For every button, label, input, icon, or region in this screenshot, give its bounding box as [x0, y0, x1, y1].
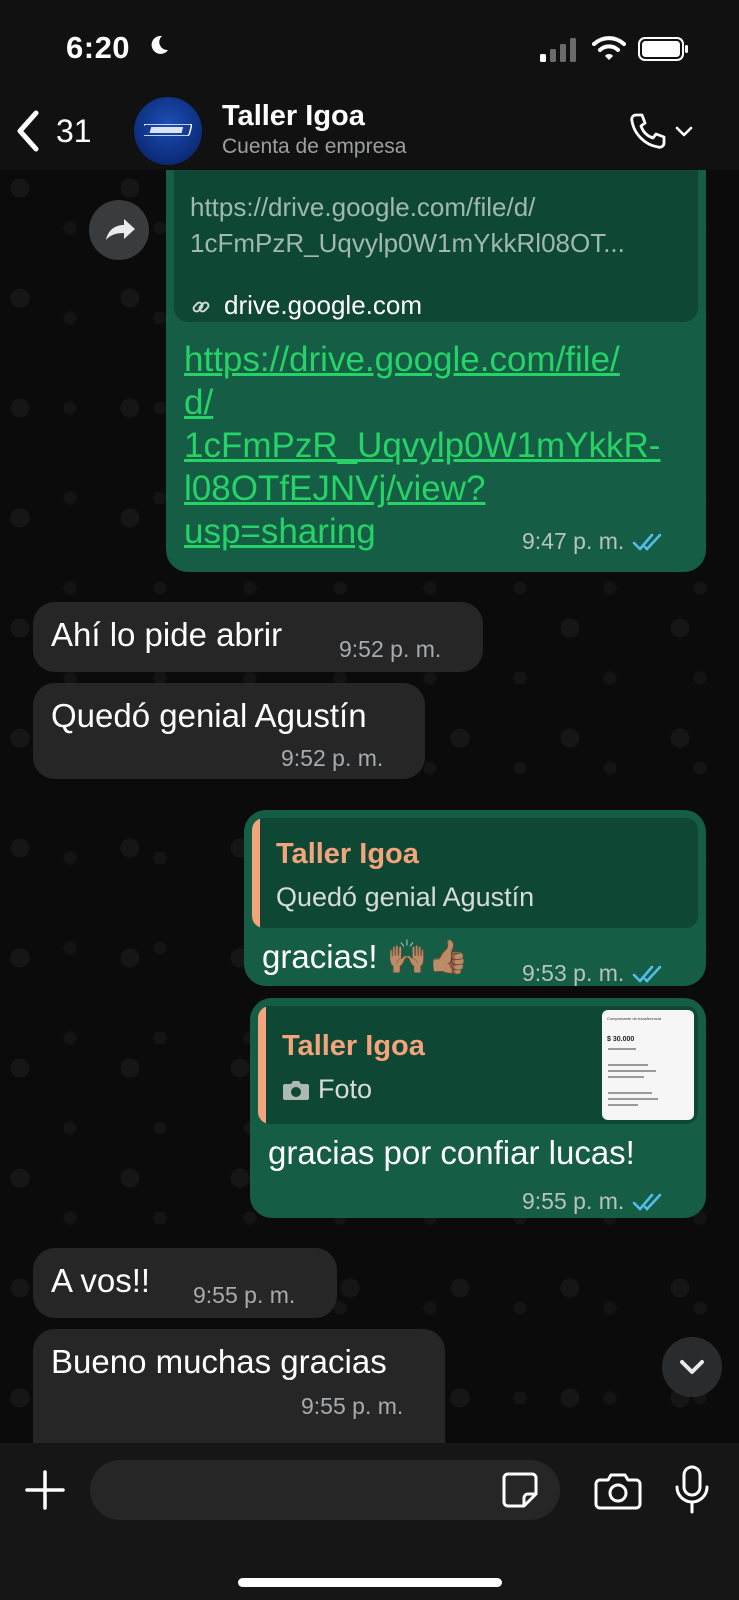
- battery-icon: [638, 37, 688, 61]
- message-time: 9:55 p. m.: [301, 1393, 404, 1419]
- camera-icon[interactable]: [594, 1471, 642, 1511]
- moon-icon: [151, 35, 168, 54]
- link-line-5: usp=sharing: [184, 512, 376, 551]
- status-bar: 6:20: [0, 0, 739, 95]
- message-meta: 9:55 p. m.: [522, 1188, 666, 1215]
- read-ticks-icon: [632, 1193, 662, 1211]
- incoming-message[interactable]: A vos!! 9:55 p. m.: [33, 1248, 337, 1318]
- message-meta: 9:53 p. m.: [522, 960, 666, 987]
- incoming-message[interactable]: Ahí lo pide abrir 9:52 p. m.: [33, 602, 483, 672]
- cellular-signal-icon: [540, 38, 576, 62]
- read-ticks-icon: [632, 965, 662, 983]
- link-line-4: l08OTfEJNVj/view?: [184, 469, 486, 508]
- chat-header: 31 Taller Igoa Cuenta de empresa: [0, 95, 739, 170]
- message-text: Quedó genial Agustín: [51, 697, 367, 734]
- quote-text: Quedó genial Agustín: [276, 882, 535, 912]
- message-input[interactable]: [90, 1460, 560, 1520]
- link-line-2: d/: [184, 383, 214, 422]
- outgoing-link-message[interactable]: https://drive.google.com/file/d/ 1cFmPzR…: [166, 168, 706, 572]
- forward-icon: [106, 219, 135, 240]
- microphone-icon[interactable]: [674, 1465, 710, 1515]
- message-time: 9:52 p. m.: [281, 745, 384, 771]
- incoming-message[interactable]: Quedó genial Agustín 9:52 p. m.: [33, 683, 425, 779]
- thumbnail-title: Comprobante de transferencia: [607, 1016, 662, 1021]
- message-text: gracias por confiar lucas!: [268, 1134, 635, 1171]
- link-preview-url-line2: 1cFmPzR_Uqvylp0W1mYkkRl08OT...: [190, 228, 625, 258]
- chevron-down-icon: [675, 126, 693, 137]
- back-button[interactable]: 31: [14, 103, 109, 159]
- message-link[interactable]: https://drive.google.com/file/ d/ 1cFmPz…: [184, 338, 660, 553]
- status-time: 6:20: [66, 30, 131, 65]
- read-ticks-icon: [632, 533, 662, 551]
- quoted-photo[interactable]: Taller Igoa Foto Comprobante de transfer…: [258, 1006, 698, 1124]
- forward-button[interactable]: [89, 200, 149, 260]
- thumbnail-amount: $ 30.000: [607, 1036, 635, 1043]
- message-meta: 9:52 p. m.: [339, 636, 441, 663]
- link-icon: [192, 301, 210, 313]
- quote-accent-bar: [258, 1006, 266, 1124]
- quote-accent-bar: [252, 818, 260, 928]
- chevron-left-icon: [17, 110, 39, 152]
- message-time: 9:53 p. m.: [522, 960, 625, 986]
- message-time: 9:55 p. m.: [522, 1188, 625, 1214]
- link-preview-domain: drive.google.com: [224, 290, 422, 320]
- chat-background: https://drive.google.com/file/d/ 1cFmPzR…: [0, 168, 739, 1443]
- message-meta: 9:52 p. m.: [281, 745, 383, 772]
- contact-subtitle: Cuenta de empresa: [222, 135, 407, 158]
- plus-icon[interactable]: [24, 1469, 66, 1511]
- link-preview-card[interactable]: https://drive.google.com/file/d/ 1cFmPzR…: [174, 168, 698, 322]
- message-time: 9:55 p. m.: [193, 1282, 296, 1308]
- photo-thumbnail[interactable]: Comprobante de transferencia $ 30.000: [602, 1010, 694, 1120]
- sticker-icon[interactable]: [500, 1470, 540, 1510]
- chevron-down-icon: [680, 1360, 704, 1374]
- message-text: gracias! 🙌🏽👍🏽: [262, 938, 469, 975]
- scroll-to-bottom-button[interactable]: [662, 1337, 722, 1397]
- message-text: A vos!!: [51, 1262, 151, 1299]
- wifi-icon: [592, 36, 626, 60]
- quote-text: Foto: [318, 1074, 373, 1104]
- message-time: 9:47 p. m.: [522, 528, 625, 554]
- outgoing-reply-photo-message[interactable]: Taller Igoa Foto Comprobante de transfer…: [250, 998, 706, 1218]
- quote-author: Taller Igoa: [276, 838, 419, 870]
- contact-name[interactable]: Taller Igoa: [222, 100, 365, 133]
- unread-count: 31: [56, 112, 92, 149]
- message-meta: 9:55 p. m.: [301, 1393, 403, 1420]
- link-line-3: 1cFmPzR_Uqvylp0W1mYkkR-: [184, 426, 661, 465]
- message-text: Ahí lo pide abrir: [51, 616, 283, 653]
- home-indicator: [238, 1578, 502, 1587]
- link-line-1: https://drive.google.com/file/: [184, 340, 620, 379]
- message-meta: 9:55 p. m.: [193, 1282, 295, 1309]
- avatar[interactable]: [134, 97, 202, 165]
- quote-photo-label: Foto: [282, 1074, 372, 1105]
- call-button[interactable]: [626, 109, 698, 153]
- incoming-message[interactable]: Bueno muchas gracias 9:55 p. m.: [33, 1329, 445, 1443]
- camera-icon: [283, 1080, 309, 1100]
- message-meta: 9:47 p. m.: [522, 528, 666, 555]
- message-text: Bueno muchas gracias: [51, 1343, 387, 1380]
- quote-author: Taller Igoa: [282, 1030, 425, 1062]
- business-logo-icon: [144, 124, 192, 136]
- outgoing-reply-message[interactable]: Taller Igoa Quedó genial Agustín gracias…: [244, 810, 706, 986]
- phone-icon: [630, 113, 666, 149]
- message-time: 9:52 p. m.: [339, 636, 442, 662]
- link-preview-url-line1: https://drive.google.com/file/d/: [190, 192, 536, 222]
- composer-bar: [0, 1443, 739, 1600]
- quoted-message[interactable]: Taller Igoa Quedó genial Agustín: [252, 818, 698, 928]
